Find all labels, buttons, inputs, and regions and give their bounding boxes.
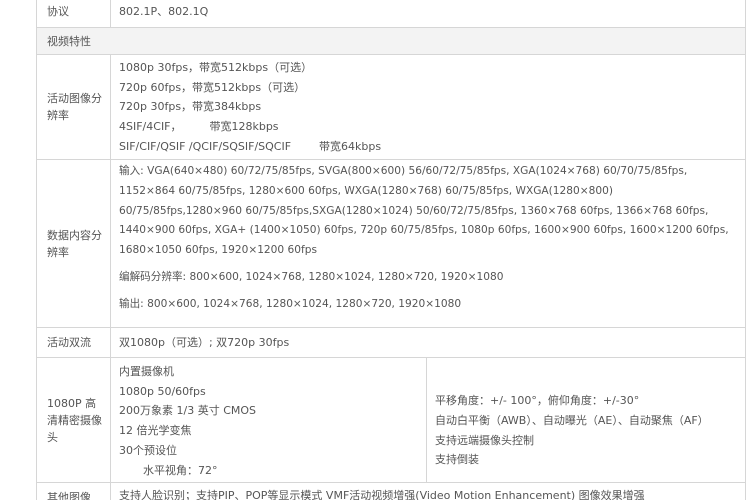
row-value: 双1080p（可选）; 双720p 30fps bbox=[119, 335, 290, 349]
spec-line: 200万象素 1/3 英寸 CMOS bbox=[119, 404, 257, 418]
row-label: 活动双流 bbox=[37, 328, 111, 357]
spec-line: 720p 60fps，带宽512kbps（可选） bbox=[119, 80, 306, 94]
camera-specs-left: 内置摄像机 1080p 50/60fps 200万象素 1/3 英寸 CMOS … bbox=[111, 358, 427, 482]
row-value: 输入: VGA(640×480) 60/72/75/85fps, SVGA(80… bbox=[111, 160, 745, 327]
row-motion-resolution: 活动图像分辨率 1080p 30fps，带宽512kbps（可选） 720p 6… bbox=[36, 55, 746, 160]
row-label: 活动图像分辨率 bbox=[37, 55, 111, 159]
spec-line: 支持倒装 bbox=[435, 453, 479, 467]
spec-line: 平移角度：+/- 100°，俯仰角度：+/-30° bbox=[435, 394, 640, 408]
section-header-video: 视频特性 bbox=[36, 28, 746, 55]
row-value: 支持人脸识别；支持PIP、POP等显示模式 VMF活动视频增强(Video Mo… bbox=[119, 489, 645, 500]
spec-line: 水平视角：72° bbox=[143, 463, 218, 477]
camera-specs-right: 平移角度：+/- 100°，俯仰角度：+/-30° 自动白平衡（AWB）、自动曝… bbox=[427, 358, 745, 482]
spec-line: 12 倍光学变焦 bbox=[119, 424, 192, 438]
input-resolutions: 输入: VGA(640×480) 60/72/75/85fps, SVGA(80… bbox=[119, 165, 729, 257]
spec-line: 1080p 30fps，带宽512kbps（可选） bbox=[119, 61, 313, 74]
row-camera: 1080P 高清精密摄像头 内置摄像机 1080p 50/60fps 200万象… bbox=[36, 358, 746, 483]
row-other-image: 其他图像 支持人脸识别；支持PIP、POP等显示模式 VMF活动视频增强(Vid… bbox=[36, 483, 746, 500]
spec-line: 4SIF/4CIF， 带宽128kbps bbox=[119, 120, 279, 134]
row-label: 其他图像 bbox=[37, 483, 111, 500]
spec-line: 内置摄像机 bbox=[119, 365, 174, 378]
spec-line: 720p 30fps，带宽384kbps bbox=[119, 100, 262, 114]
codec-resolutions: 编解码分辨率: 800×600, 1024×768, 1280×1024, 12… bbox=[119, 270, 504, 283]
spec-line: 支持远端摄像头控制 bbox=[435, 433, 534, 447]
row-value: 1080p 30fps，带宽512kbps（可选） 720p 60fps，带宽5… bbox=[111, 55, 745, 159]
output-resolutions: 输出: 800×600, 1024×768, 1280×1024, 1280×7… bbox=[119, 297, 462, 310]
spec-line: SIF/CIF/QSIF /QCIF/SQSIF/SQCIF 带宽64kbps bbox=[119, 139, 382, 153]
row-dual-stream: 活动双流 双1080p（可选）; 双720p 30fps bbox=[36, 328, 746, 358]
spec-line: 自动白平衡（AWB）、自动曝光（AE）、自动聚焦（AF） bbox=[435, 413, 709, 427]
spec-line: 30个预设位 bbox=[119, 443, 177, 457]
camera-specs: 内置摄像机 1080p 50/60fps 200万象素 1/3 英寸 CMOS … bbox=[111, 358, 745, 482]
row-label: 1080P 高清精密摄像头 bbox=[37, 358, 111, 482]
row-value: 802.1P、802.1Q bbox=[119, 5, 209, 19]
row-data-resolution: 数据内容分辨率 输入: VGA(640×480) 60/72/75/85fps,… bbox=[36, 160, 746, 328]
row-label: 协议 bbox=[37, 0, 111, 27]
spec-line: 1080p 50/60fps bbox=[119, 384, 206, 398]
spec-table: 协议 802.1P、802.1Q 视频特性 活动图像分辨率 1080p 30fp… bbox=[36, 0, 746, 500]
row-protocol: 协议 802.1P、802.1Q bbox=[36, 0, 746, 28]
row-label: 数据内容分辨率 bbox=[37, 160, 111, 327]
